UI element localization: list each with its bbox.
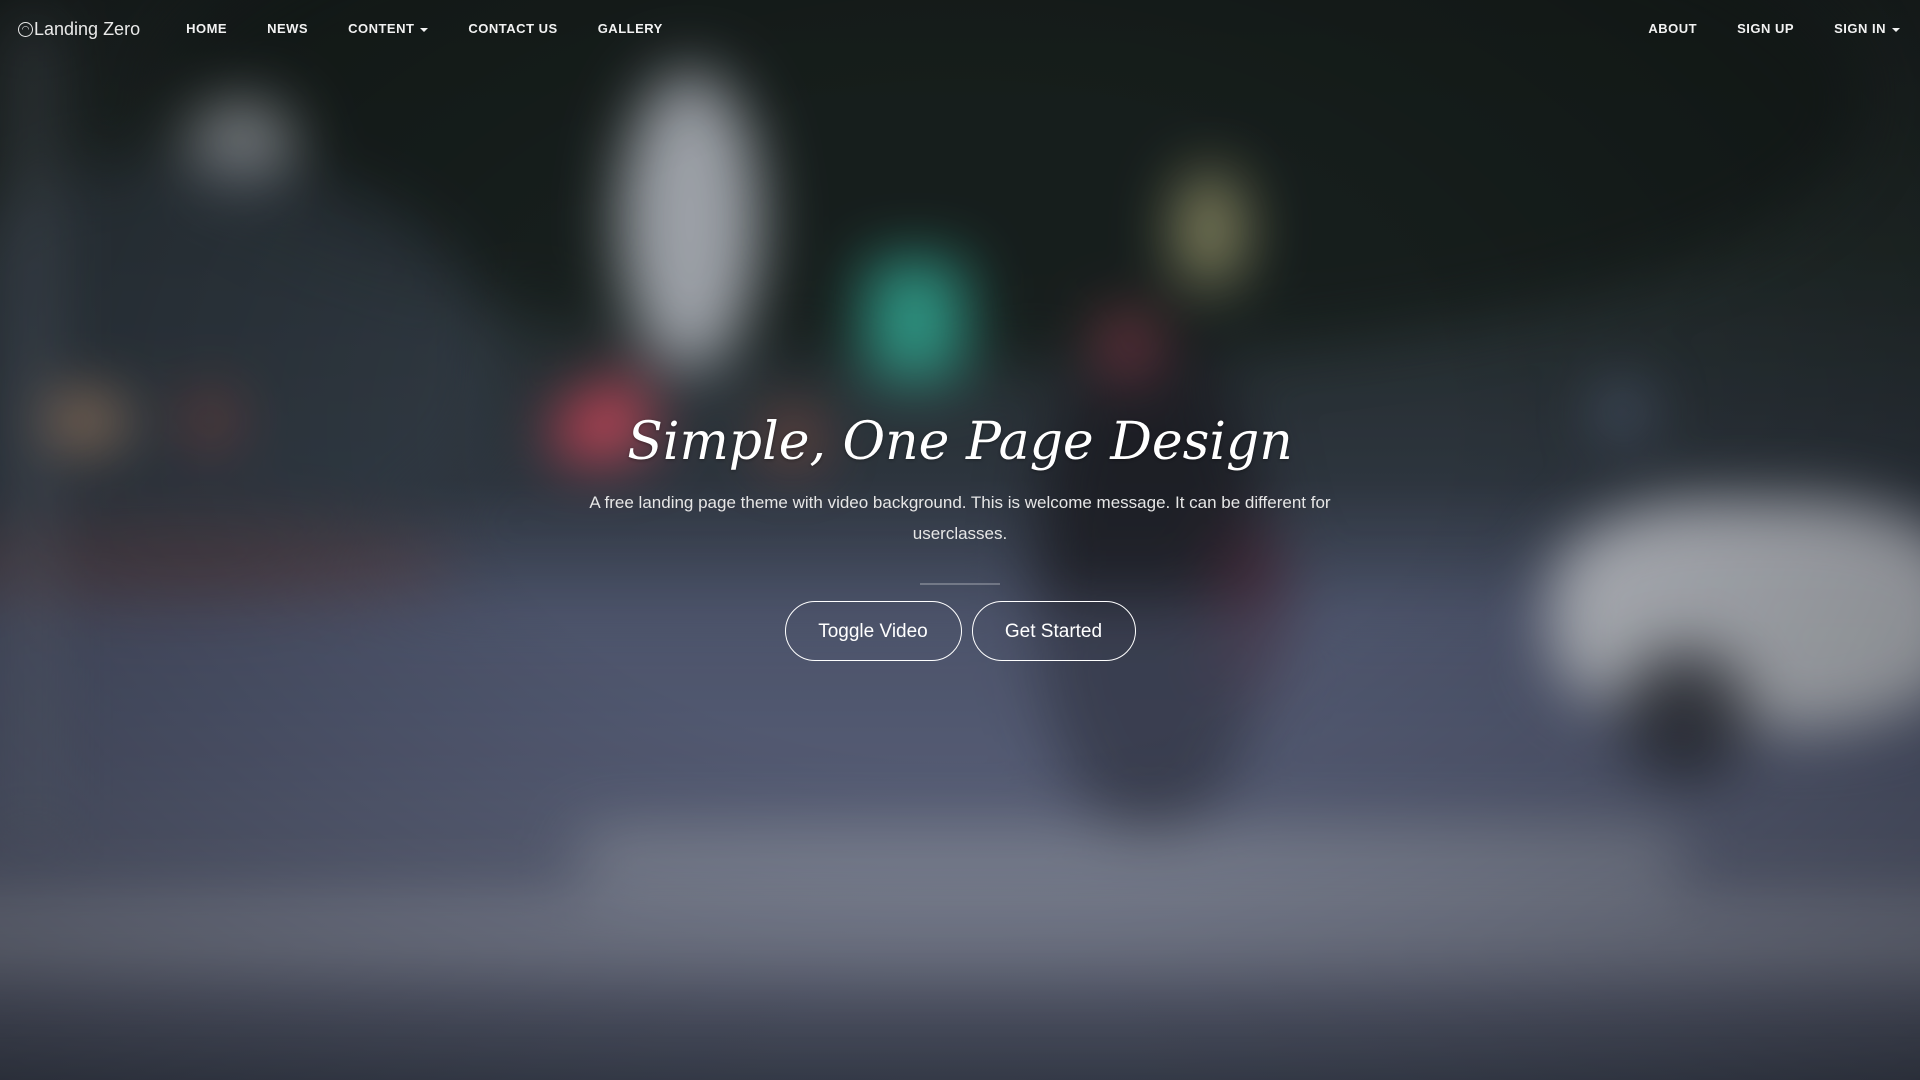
top-navbar: ◠ Landing Zero HOME NEWS CONTENT CONTACT…	[0, 0, 1920, 58]
hero-button-group: Toggle Video Get Started	[0, 601, 1920, 661]
hero-section: Simple, One Page Design A free landing p…	[0, 405, 1920, 661]
nav-item-contact-us[interactable]: CONTACT US	[448, 0, 577, 58]
caret-down-icon	[1892, 27, 1900, 32]
brand-link[interactable]: ◠ Landing Zero	[18, 19, 140, 40]
nav-item-gallery[interactable]: GALLERY	[578, 0, 683, 58]
nav-item-content-dropdown[interactable]: CONTENT	[328, 0, 448, 58]
brand-name: Landing Zero	[34, 18, 141, 39]
nav-left-group: ◠ Landing Zero HOME NEWS CONTENT CONTACT…	[18, 0, 683, 58]
circle-logo-icon: ◠	[18, 21, 33, 37]
nav-right-group: ABOUT SIGN UP SIGN IN	[1628, 0, 1902, 58]
nav-item-content-label: CONTENT	[348, 21, 415, 36]
nav-item-about[interactable]: ABOUT	[1628, 0, 1717, 58]
hero-welcome-message: A free landing page theme with video bac…	[589, 493, 1331, 543]
nav-item-news[interactable]: NEWS	[247, 0, 328, 58]
caret-down-icon	[420, 27, 429, 32]
nav-item-home[interactable]: HOME	[166, 0, 247, 58]
nav-item-sign-in-label: SIGN IN	[1834, 21, 1886, 36]
hero-title: Simple, One Page Design	[627, 412, 1293, 472]
nav-item-sign-up[interactable]: SIGN UP	[1717, 0, 1814, 58]
hero-divider	[920, 583, 1000, 585]
get-started-button[interactable]: Get Started	[971, 601, 1136, 661]
toggle-video-button[interactable]: Toggle Video	[784, 601, 962, 661]
nav-item-sign-in-dropdown[interactable]: SIGN IN	[1814, 0, 1902, 58]
